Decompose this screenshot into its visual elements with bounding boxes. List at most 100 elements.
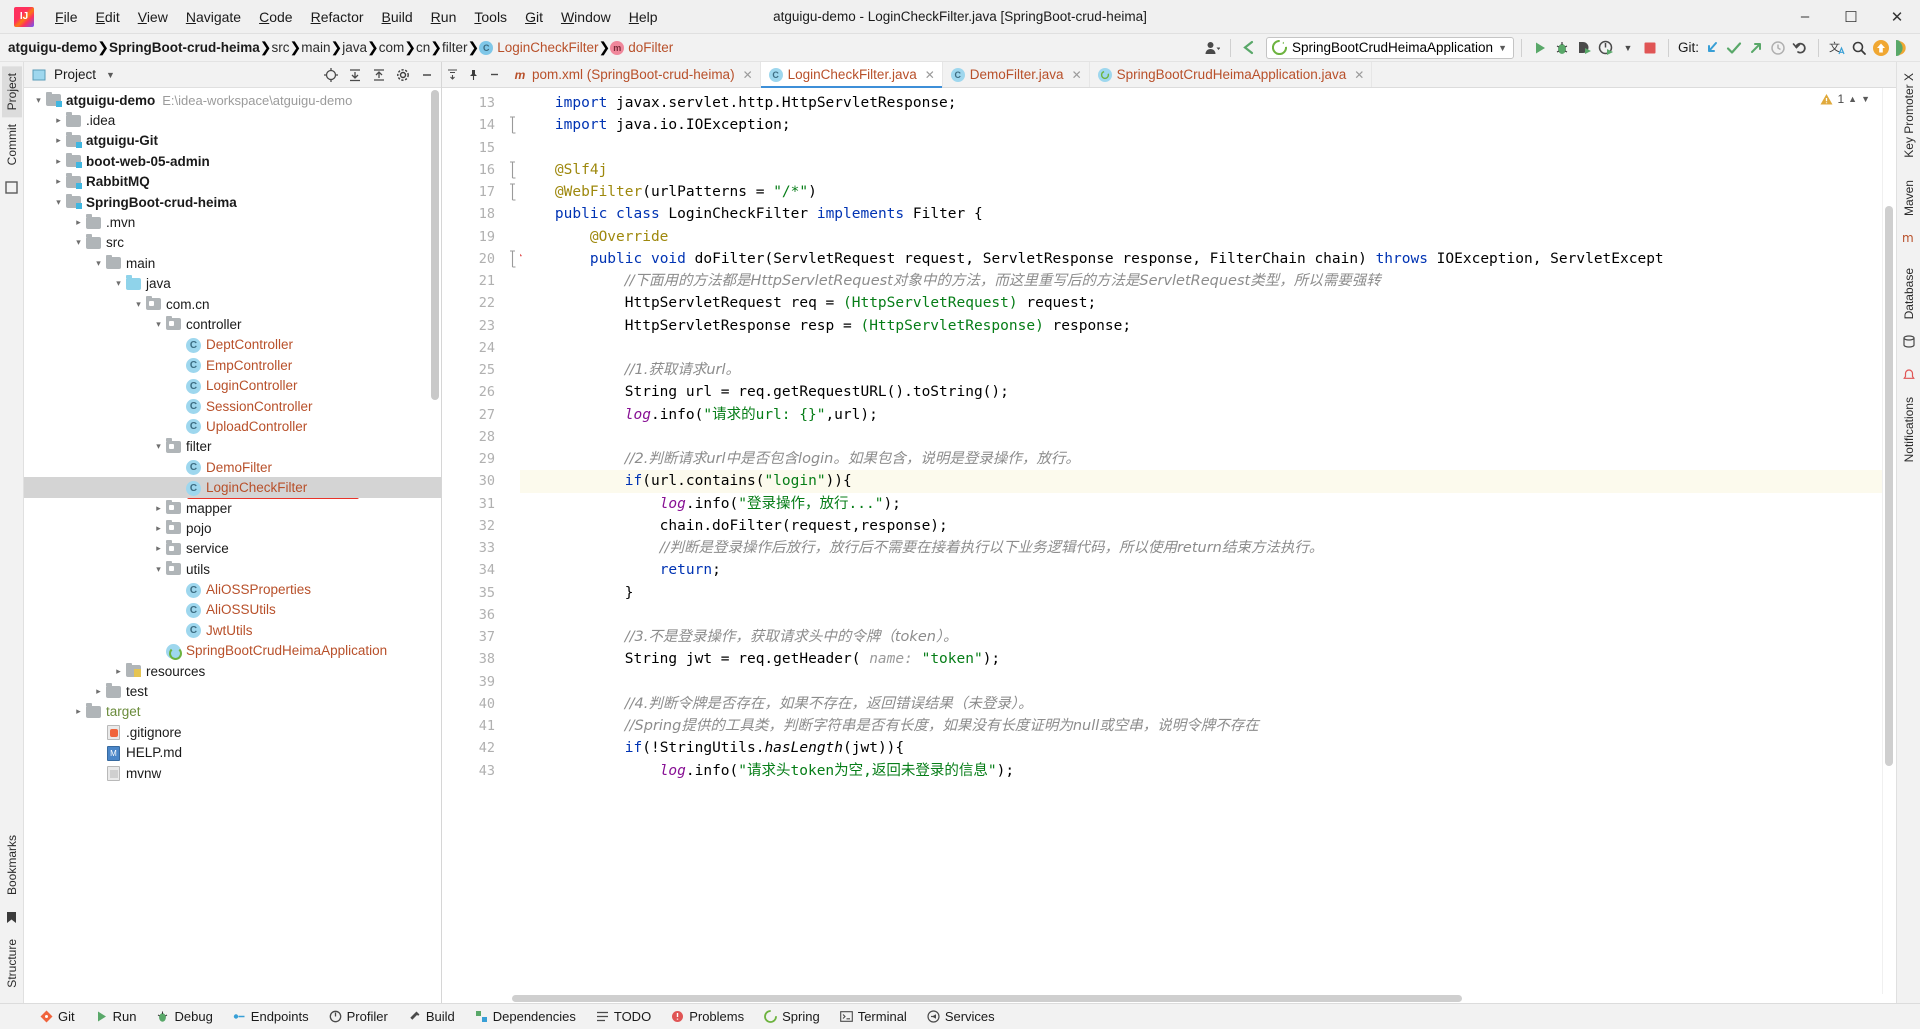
target-icon[interactable]	[321, 65, 341, 85]
chevron-right-icon[interactable]: ▸	[52, 115, 65, 126]
tree-node-rabbitmq[interactable]: ▸ RabbitMQ	[24, 172, 441, 192]
tree-node-test[interactable]: ▸ test	[24, 681, 441, 701]
tree-node-springboot-crud-heima[interactable]: ▾ SpringBoot-crud-heima	[24, 192, 441, 212]
code-line[interactable]: public class LoginCheckFilter implements…	[520, 203, 1882, 225]
code-line[interactable]	[520, 604, 1882, 626]
tree-node-main[interactable]: ▾ main	[24, 253, 441, 273]
sidebar-tab-commit[interactable]: Commit	[2, 117, 22, 172]
tree-node-sessioncontroller[interactable]: C SessionController	[24, 396, 441, 416]
tree-node-uploadcontroller[interactable]: C UploadController	[24, 416, 441, 436]
code-line[interactable]: chain.doFilter(request,response);	[520, 515, 1882, 537]
editor-horizontal-scrollbar[interactable]	[442, 994, 1896, 1003]
chevron-down-icon[interactable]: ▾	[132, 299, 145, 310]
editor-tabs[interactable]: m pom.xml (SpringBoot-crud-heima) ✕ C LoginC…	[505, 62, 1373, 88]
translate-icon[interactable]: 文	[1826, 37, 1848, 59]
tool-window-button-todo[interactable]: TODO	[586, 1006, 661, 1027]
code-line[interactable]: //下面用的方法都是HttpServletRequest对象中的方法，而这里重写…	[520, 270, 1882, 292]
menu-item-edit[interactable]: Edit	[87, 5, 129, 29]
sidebar-tab-maven[interactable]: Maven	[1899, 173, 1919, 223]
code-line[interactable]	[520, 671, 1882, 693]
code-folding-column[interactable]	[504, 88, 520, 994]
right-tool-strip[interactable]: Key Promoter X Maven m Database Notifica…	[1896, 62, 1920, 1003]
run-configuration-selector[interactable]: SpringBootCrudHeimaApplication ▼	[1265, 36, 1514, 59]
git-commit-icon[interactable]	[1723, 37, 1745, 59]
hide-panel-icon[interactable]	[417, 65, 437, 85]
code-line[interactable]: if(url.contains("login")){	[520, 470, 1882, 493]
tool-window-button-terminal[interactable]: Terminal	[830, 1006, 917, 1027]
menu-item-view[interactable]: View	[129, 5, 177, 29]
tree-node-boot-web-05-admin[interactable]: ▸ boot-web-05-admin	[24, 151, 441, 171]
tree-node-logincheckfilter[interactable]: C LoginCheckFilter	[24, 477, 441, 498]
tool-window-button-debug[interactable]: Debug	[146, 1006, 222, 1027]
tree-node-springbootcrudheimaapplication[interactable]: SpringBootCrudHeimaApplication	[24, 641, 441, 661]
menu-item-window[interactable]: Window	[552, 5, 620, 29]
chevron-right-icon[interactable]: ▸	[152, 523, 165, 534]
breadcrumb-item-filter[interactable]: filter	[442, 40, 468, 55]
code-line[interactable]: }	[520, 582, 1882, 604]
tree-node-utils[interactable]: ▾ utils	[24, 559, 441, 579]
back-arrow-icon[interactable]	[1238, 37, 1260, 59]
chevron-down-icon[interactable]: ▼	[1617, 37, 1639, 59]
editor-marker-bar[interactable]	[1882, 88, 1896, 994]
tree-node-atguigu-demo[interactable]: ▾ atguigu-demo E:\idea-workspace\atguigu-d…	[24, 90, 441, 110]
tree-node-aliossproperties[interactable]: C AliOSSProperties	[24, 579, 441, 599]
tree-node-atguigu-git[interactable]: ▸ atguigu-Git	[24, 131, 441, 151]
chevron-right-icon[interactable]: ▸	[52, 156, 65, 167]
breadcrumb-item-main[interactable]: main	[301, 40, 330, 55]
tree-node-resources[interactable]: ▸ resources	[24, 661, 441, 681]
run-icon[interactable]	[1529, 37, 1551, 59]
code-fold-toggle[interactable]	[504, 114, 520, 136]
commit-icon[interactable]	[3, 179, 21, 197]
git-rollback-icon[interactable]	[1789, 37, 1811, 59]
code-line[interactable]	[520, 426, 1882, 448]
close-tab-icon[interactable]: ✕	[1072, 68, 1082, 82]
code-line[interactable]: HttpServletResponse resp = (HttpServletR…	[520, 315, 1882, 337]
settings-gear-icon[interactable]	[393, 65, 413, 85]
database-icon[interactable]	[1900, 332, 1918, 350]
menu-item-help[interactable]: Help	[620, 5, 667, 29]
profiler-icon[interactable]	[1595, 37, 1617, 59]
maven-icon[interactable]: m	[1900, 229, 1918, 247]
chevron-right-icon[interactable]: ▸	[52, 176, 65, 187]
tree-node-aliossutils[interactable]: C AliOSSUtils	[24, 600, 441, 620]
close-tab-icon[interactable]: ✕	[925, 68, 935, 82]
notifications-bell-icon[interactable]	[1900, 366, 1918, 384]
left-tool-strip[interactable]: Project Commit Bookmarks Structure	[0, 62, 24, 1003]
code-line[interactable]	[520, 337, 1882, 359]
code-text[interactable]: import javax.servlet.http.HttpServletRes…	[520, 88, 1882, 994]
tree-node--gitignore[interactable]: .gitignore	[24, 722, 441, 742]
user-avatar-icon[interactable]	[1201, 37, 1223, 59]
chevron-right-icon[interactable]: ▸	[52, 135, 65, 146]
tree-node--idea[interactable]: ▸ .idea	[24, 110, 441, 130]
stop-icon[interactable]	[1639, 37, 1661, 59]
breadcrumb-item-dofilter[interactable]: m doFilter	[610, 40, 673, 55]
editor-tab-springbootcrudheimaapplication-java[interactable]: SpringBootCrudHeimaApplication.java ✕	[1089, 62, 1373, 87]
tool-window-button-spring[interactable]: Spring	[754, 1006, 830, 1027]
close-button[interactable]: ✕	[1874, 0, 1920, 34]
tool-window-button-endpoints[interactable]: Endpoints	[223, 1006, 319, 1027]
tree-node-empcontroller[interactable]: C EmpController	[24, 355, 441, 375]
code-line[interactable]: if(!StringUtils.hasLength(jwt)){	[520, 737, 1882, 759]
sidebar-tab-bookmarks[interactable]: Bookmarks	[2, 828, 22, 902]
chevron-down-icon[interactable]: ▾	[112, 278, 125, 289]
tree-node-logincontroller[interactable]: C LoginController	[24, 375, 441, 395]
close-tab-icon[interactable]: ✕	[743, 68, 753, 82]
breadcrumb-item-java[interactable]: java	[342, 40, 367, 55]
git-push-icon[interactable]	[1745, 37, 1767, 59]
project-tool-window[interactable]: Project ▼ ▾ atguigu-demo E:\idea-workspace…	[24, 62, 442, 1003]
breadcrumb-item-logincheckfilter[interactable]: C LoginCheckFilter	[479, 40, 599, 55]
editor-tab-bar[interactable]: m pom.xml (SpringBoot-crud-heima) ✕ C LoginC…	[442, 62, 1896, 88]
tree-node-mapper[interactable]: ▸ mapper	[24, 498, 441, 518]
sidebar-tab-key-promoter-x[interactable]: Key Promoter X	[1899, 66, 1919, 165]
code-line[interactable]: String url = req.getRequestURL().toStrin…	[520, 381, 1882, 403]
tool-window-button-problems[interactable]: Problems	[661, 1006, 754, 1027]
code-fold-toggle[interactable]	[504, 159, 520, 181]
menu-item-code[interactable]: Code	[250, 5, 301, 29]
main-menu[interactable]: File Edit View Navigate Code Refactor Build Run…	[46, 5, 667, 29]
sidebar-tab-structure[interactable]: Structure	[2, 932, 22, 995]
code-line[interactable]: //Spring提供的工具类，判断字符串是否有长度，如果没有长度证明为null或…	[520, 715, 1882, 737]
chevron-down-icon[interactable]: ▾	[52, 197, 65, 208]
close-tab-icon[interactable]: ✕	[1354, 68, 1364, 82]
menu-item-run[interactable]: Run	[422, 5, 466, 29]
chevron-down-icon[interactable]: ▾	[152, 319, 165, 330]
